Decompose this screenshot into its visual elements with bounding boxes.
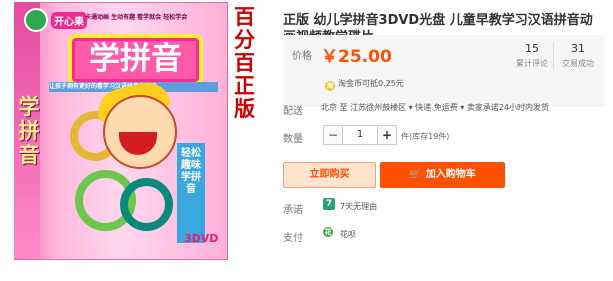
- add-to-cart-label: 加入购物车: [425, 169, 476, 180]
- quantity-input[interactable]: 1: [349, 129, 371, 140]
- buy-now-button[interactable]: 立即购买: [283, 162, 376, 188]
- cover-slogan: 卡通动画 生动有趣 看学就会 轻松学会: [85, 14, 188, 21]
- price-label: 价格: [292, 51, 312, 62]
- reviews-label: 累计评论: [516, 59, 548, 68]
- product-image[interactable]: 开心果 卡通动画 生动有趣 看学就会 轻松学会 学拼音 让孩子拥有更好的看学习汉…: [0, 0, 268, 281]
- cover-brand: 开心果: [51, 12, 87, 29]
- quantity-label: 数量: [283, 134, 303, 145]
- cart-icon: 🛒: [409, 169, 422, 180]
- authentic-label: 百分百正版: [234, 4, 255, 121]
- huabei-icon: 花: [323, 227, 333, 237]
- payment-label: 支付: [283, 233, 303, 244]
- payment-text: 花呗: [340, 230, 356, 239]
- seven-day-return-icon: 7: [323, 198, 335, 210]
- sales-label: 交易成功: [562, 59, 594, 68]
- cover-side-tag: 轻松趣味学拼音: [177, 143, 205, 243]
- commitment-text: 7天无理由: [340, 202, 378, 211]
- product-price: ￥25.00: [321, 47, 392, 67]
- increase-quantity-button[interactable]: +: [377, 126, 396, 144]
- coin-icon: 淘: [325, 81, 335, 91]
- taobao-coin-info[interactable]: 淘淘金币可抵0.25元: [325, 78, 404, 91]
- sales-stat[interactable]: 31 交易成功: [553, 42, 602, 69]
- teal-ring-icon: [120, 178, 173, 231]
- shipping-label: 配送: [283, 106, 303, 117]
- coin-text: 淘金币可抵0.25元: [338, 79, 404, 88]
- reviews-count: 15: [525, 42, 539, 55]
- add-to-cart-button[interactable]: 🛒 加入购物车: [380, 162, 505, 188]
- quantity-stepper[interactable]: − 1 +: [323, 125, 397, 145]
- stock-text: 件(库存19件): [401, 132, 450, 141]
- cover-title: 学拼音: [68, 34, 203, 86]
- reviews-stat[interactable]: 15 累计评论: [508, 42, 556, 69]
- dvd-label: 3DVD: [184, 232, 219, 245]
- shipping-text[interactable]: 北京 至 江苏徐州鼓楼区 ▾ 快递 免运费 ▾ 卖家承诺24小时内发货: [321, 102, 549, 113]
- commitment-label: 承诺: [283, 205, 303, 216]
- decrease-quantity-button[interactable]: −: [324, 126, 343, 144]
- green-logo-icon: [24, 8, 48, 32]
- sales-count: 31: [571, 42, 585, 55]
- price-panel: 价格 ￥25.00 15 累计评论 31 交易成功 淘淘金币可抵0.25元: [283, 35, 605, 107]
- spine-title: 学拼音: [18, 95, 40, 167]
